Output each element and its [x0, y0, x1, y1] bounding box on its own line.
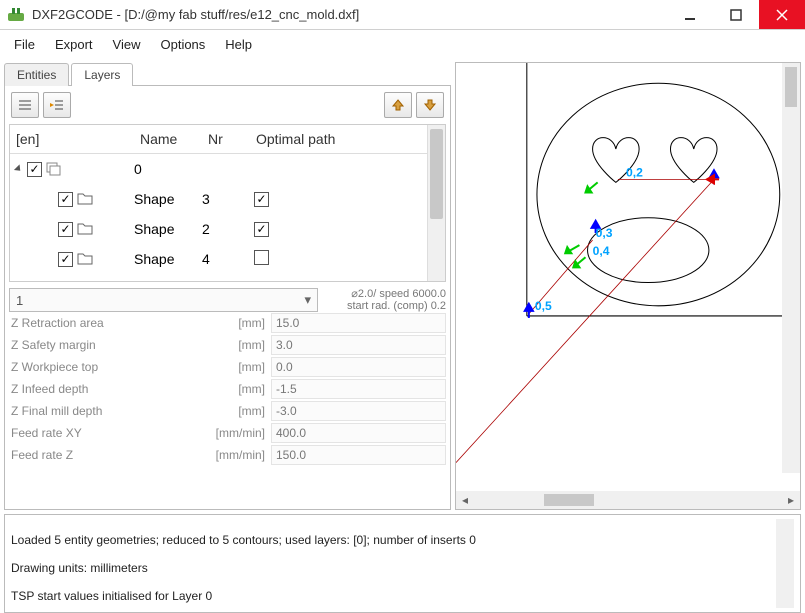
- canvas-vscrollbar[interactable]: [782, 63, 800, 473]
- checkbox[interactable]: [58, 192, 73, 207]
- tab-layers[interactable]: Layers: [71, 63, 133, 86]
- param-value[interactable]: -3.0: [271, 401, 446, 421]
- layer-icon: [46, 162, 62, 176]
- indent-right-button[interactable]: [43, 92, 71, 118]
- param-unit: [mm]: [209, 360, 271, 374]
- param-label: Z Safety margin: [9, 338, 209, 352]
- expand-icon[interactable]: [14, 164, 23, 173]
- tree-cell-name: 0: [134, 161, 202, 177]
- shape-icon: [77, 192, 93, 206]
- close-button[interactable]: [759, 0, 805, 29]
- param-label: Z Infeed depth: [9, 382, 209, 396]
- param-label: Z Final mill depth: [9, 404, 209, 418]
- scroll-right-icon[interactable]: ▸: [782, 493, 800, 507]
- menu-options[interactable]: Options: [150, 33, 215, 56]
- tree-row-shape[interactable]: Shape 3: [10, 184, 427, 214]
- layers-tree[interactable]: [en] Name Nr Optimal path 0: [10, 125, 427, 281]
- param-value[interactable]: 150.0: [271, 445, 446, 465]
- indent-left-button[interactable]: [11, 92, 39, 118]
- tree-cell-name: Shape: [134, 191, 202, 207]
- tree-cell-name: Shape: [134, 221, 202, 237]
- tab-entities[interactable]: Entities: [4, 63, 69, 86]
- tree-cell-name: Shape: [134, 251, 202, 267]
- window-title: DXF2GCODE - [D:/@my fab stuff/res/e12_cn…: [32, 7, 667, 22]
- title-bar: DXF2GCODE - [D:/@my fab stuff/res/e12_cn…: [0, 0, 805, 30]
- move-up-button[interactable]: [384, 92, 412, 118]
- param-unit: [mm]: [209, 338, 271, 352]
- param-label: Feed rate Z: [9, 448, 209, 462]
- scroll-left-icon[interactable]: ◂: [456, 493, 474, 507]
- log-panel: Loaded 5 entity geometries; reduced to 5…: [4, 514, 801, 613]
- tree-row-layer-0[interactable]: 0: [10, 154, 427, 184]
- param-unit: [mm]: [209, 382, 271, 396]
- svg-text:0,5: 0,5: [535, 299, 552, 313]
- tab-bar: Entities Layers: [4, 63, 451, 86]
- maximize-button[interactable]: [713, 0, 759, 29]
- menu-bar: File Export View Options Help: [0, 30, 805, 58]
- param-row: Z Final mill depth[mm]-3.0: [9, 400, 446, 422]
- menu-help[interactable]: Help: [215, 33, 262, 56]
- tree-row-shape[interactable]: Shape 2: [10, 214, 427, 244]
- param-label: Z Retraction area: [9, 316, 209, 330]
- param-value[interactable]: -1.5: [271, 379, 446, 399]
- checkbox[interactable]: [58, 252, 73, 267]
- param-row: Z Safety margin[mm]3.0: [9, 334, 446, 356]
- col-enable[interactable]: [en]: [10, 125, 134, 153]
- param-label: Feed rate XY: [9, 426, 209, 440]
- param-label: Z Workpiece top: [9, 360, 209, 374]
- menu-file[interactable]: File: [4, 33, 45, 56]
- tree-cell-nr: 3: [202, 191, 250, 207]
- drawing-svg: 0,2 0,3 0,4 0,5: [456, 63, 800, 491]
- log-scrollbar[interactable]: [776, 519, 794, 608]
- combo-value: 1: [16, 293, 23, 308]
- tool-info: ⌀2.0/ speed 6000.0 start rad. (comp) 0.2: [318, 288, 446, 312]
- menu-export[interactable]: Export: [45, 33, 103, 56]
- checkbox[interactable]: [58, 222, 73, 237]
- col-optimal[interactable]: Optimal path: [250, 125, 427, 153]
- checkbox[interactable]: [27, 162, 42, 177]
- param-unit: [mm/min]: [209, 448, 271, 462]
- param-unit: [mm]: [209, 316, 271, 330]
- app-icon: [6, 5, 26, 25]
- parameters-area: 1 ▾ ⌀2.0/ speed 6000.0 start rad. (comp)…: [9, 288, 446, 466]
- param-row: Z Retraction area[mm]15.0: [9, 312, 446, 334]
- preview-canvas[interactable]: 0,2 0,3 0,4 0,5 ◂ ▸: [455, 62, 801, 510]
- param-value[interactable]: 15.0: [271, 313, 446, 333]
- param-value[interactable]: 400.0: [271, 423, 446, 443]
- svg-text:0,2: 0,2: [626, 165, 643, 179]
- param-unit: [mm]: [209, 404, 271, 418]
- svg-text:0,3: 0,3: [596, 226, 613, 240]
- tree-scrollbar[interactable]: [427, 125, 445, 281]
- layers-panel: [en] Name Nr Optimal path 0: [4, 85, 451, 510]
- tool-combo[interactable]: 1 ▾: [9, 288, 318, 312]
- checkbox-optimal[interactable]: [254, 192, 269, 207]
- minimize-button[interactable]: [667, 0, 713, 29]
- param-row: Feed rate XY[mm/min]400.0: [9, 422, 446, 444]
- tree-cell-nr: 2: [202, 221, 250, 237]
- shape-icon: [77, 252, 93, 266]
- layers-toolbar: [9, 90, 446, 120]
- param-value[interactable]: 3.0: [271, 335, 446, 355]
- window-controls: [667, 0, 805, 29]
- svg-text:0,4: 0,4: [593, 244, 610, 258]
- menu-view[interactable]: View: [103, 33, 151, 56]
- move-down-button[interactable]: [416, 92, 444, 118]
- left-panel: Entities Layers [en] Name: [0, 58, 455, 510]
- tree-cell-nr: 4: [202, 251, 250, 267]
- checkbox-optimal[interactable]: [254, 250, 269, 265]
- shape-icon: [77, 222, 93, 236]
- param-row: Z Infeed depth[mm]-1.5: [9, 378, 446, 400]
- param-value[interactable]: 0.0: [271, 357, 446, 377]
- col-name[interactable]: Name: [134, 125, 202, 153]
- param-unit: [mm/min]: [209, 426, 271, 440]
- log-text[interactable]: Loaded 5 entity geometries; reduced to 5…: [11, 519, 776, 608]
- checkbox-optimal[interactable]: [254, 222, 269, 237]
- param-row: Z Workpiece top[mm]0.0: [9, 356, 446, 378]
- tree-header: [en] Name Nr Optimal path: [10, 125, 427, 154]
- col-nr[interactable]: Nr: [202, 125, 250, 153]
- tree-row-shape[interactable]: Shape 4: [10, 244, 427, 274]
- param-row: Feed rate Z[mm/min]150.0: [9, 444, 446, 466]
- canvas-hscrollbar[interactable]: ◂ ▸: [456, 491, 800, 509]
- chevron-down-icon: ▾: [304, 292, 311, 308]
